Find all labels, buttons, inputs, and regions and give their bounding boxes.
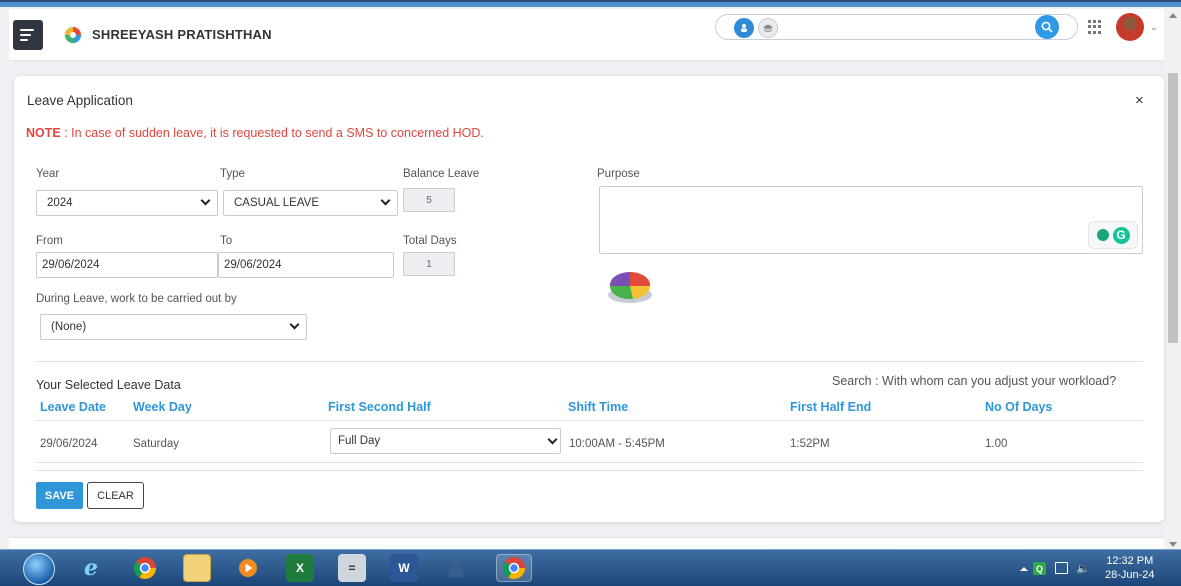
chevron-down-icon xyxy=(380,195,391,206)
column-header: No Of Days xyxy=(985,400,1053,414)
first-half-end-cell: 1:52PM xyxy=(790,438,830,450)
clear-button[interactable]: CLEAR xyxy=(87,482,144,509)
chrome-app-icon[interactable] xyxy=(496,554,532,582)
internet-explorer-icon[interactable]: e xyxy=(77,554,105,582)
scroll-up-icon[interactable] xyxy=(1169,13,1177,18)
scroll-thumb[interactable] xyxy=(1168,73,1178,343)
type-label: Type xyxy=(220,168,245,180)
from-label: From xyxy=(36,235,63,247)
table-header-divider xyxy=(36,420,1143,421)
chevron-down-icon[interactable]: ⌄ xyxy=(1150,22,1158,33)
media-player-icon[interactable] xyxy=(234,554,262,582)
selected-leave-title: Your Selected Leave Data xyxy=(36,378,181,392)
lightbulb-icon[interactable] xyxy=(1096,229,1109,241)
page-footer-strip xyxy=(9,537,1164,549)
grammarly-icon[interactable]: G xyxy=(1112,226,1130,244)
tray-expand-icon[interactable] xyxy=(1020,567,1028,571)
column-header: Shift Time xyxy=(568,400,629,414)
workload-search-note: Search : With whom can you adjust your w… xyxy=(832,374,1117,388)
user-accounts-icon[interactable] xyxy=(442,554,470,582)
half-value: Full Day xyxy=(338,435,381,447)
search-input[interactable] xyxy=(715,14,1078,40)
divider xyxy=(36,361,1143,362)
balance-leave-label: Balance Leave xyxy=(403,168,480,180)
total-days-field: 1 xyxy=(403,252,455,276)
chevron-down-icon xyxy=(200,195,211,206)
volume-icon[interactable]: 🔈 xyxy=(1076,562,1090,575)
file-explorer-icon[interactable] xyxy=(183,554,211,582)
from-date-input[interactable]: 29/06/2024 xyxy=(36,252,218,278)
pie-chart-icon[interactable] xyxy=(603,266,657,306)
purpose-textarea[interactable] xyxy=(599,186,1143,254)
windows-taskbar xyxy=(0,549,1181,586)
tray-app-icon[interactable]: Q xyxy=(1033,562,1046,575)
modal-title: Leave Application xyxy=(27,93,133,108)
avatar[interactable] xyxy=(1116,13,1144,41)
note-text: : In case of sudden leave, it is request… xyxy=(60,126,484,140)
column-header: Week Day xyxy=(133,400,192,414)
search-button[interactable] xyxy=(1035,15,1059,39)
year-label: Year xyxy=(36,168,60,180)
year-select[interactable]: 2024 xyxy=(36,190,218,216)
week-day-cell: Saturday xyxy=(133,438,180,450)
grammarly-widget[interactable]: G xyxy=(1088,221,1138,249)
purpose-label: Purpose xyxy=(597,168,640,180)
clock-date: 28-Jun-24 xyxy=(1105,569,1155,581)
carried-out-by-select[interactable]: (None) xyxy=(40,314,307,340)
excel-icon[interactable]: X xyxy=(286,554,314,582)
hamburger-menu-button[interactable] xyxy=(13,19,43,50)
year-value: 2024 xyxy=(47,197,73,209)
leave-date-cell: 29/06/2024 xyxy=(40,438,98,450)
balance-leave-field: 5 xyxy=(403,188,455,212)
note-label: NOTE xyxy=(26,126,61,140)
save-button[interactable]: SAVE xyxy=(36,482,83,509)
column-header: Leave Date xyxy=(40,400,107,414)
total-days-label: Total Days xyxy=(403,235,457,247)
graduation-cap-icon[interactable] xyxy=(758,18,778,38)
table-row-divider xyxy=(36,462,1143,463)
scroll-down-icon[interactable] xyxy=(1169,542,1177,547)
column-header: First Half End xyxy=(790,400,872,414)
half-select[interactable]: Full Day xyxy=(330,428,561,454)
carried-out-by-label: During Leave, work to be carried out by xyxy=(36,293,237,305)
taskbar-clock[interactable]: 12:32 PM 28-Jun-24 xyxy=(1105,554,1155,582)
close-icon[interactable]: × xyxy=(1135,92,1144,109)
browser-frame-top xyxy=(0,0,1181,7)
no-of-days-cell: 1.00 xyxy=(985,438,1008,450)
calculator-icon[interactable]: = xyxy=(338,554,366,582)
search-icon xyxy=(1041,21,1053,33)
shift-time-cell: 10:00AM - 5:45PM xyxy=(569,438,665,450)
page-scrollbar[interactable] xyxy=(1165,9,1181,553)
type-value: CASUAL LEAVE xyxy=(234,197,320,209)
column-header: First Second Half xyxy=(328,400,431,414)
start-button[interactable] xyxy=(23,553,55,585)
network-icon[interactable] xyxy=(1055,562,1068,574)
brand-name: SHREEYASH PRATISHTHAN xyxy=(92,27,272,42)
to-date-input[interactable]: 29/06/2024 xyxy=(218,252,394,278)
leave-application-modal: Leave Application × NOTE : In case of su… xyxy=(14,76,1164,522)
carried-out-by-value: (None) xyxy=(51,321,87,333)
chevron-down-icon xyxy=(547,434,558,445)
to-label: To xyxy=(220,235,233,247)
chevron-down-icon xyxy=(289,319,300,330)
chrome-icon[interactable] xyxy=(131,554,159,582)
clock-time: 12:32 PM xyxy=(1106,555,1154,567)
type-select[interactable]: CASUAL LEAVE xyxy=(223,190,398,216)
apps-grid-icon[interactable] xyxy=(1088,20,1102,34)
institute-logo-icon xyxy=(64,25,82,44)
user-icon[interactable] xyxy=(734,18,754,38)
note-message: NOTE : In case of sudden leave, it is re… xyxy=(26,126,484,140)
table-bottom-divider xyxy=(36,470,1143,471)
word-icon[interactable]: W xyxy=(390,554,418,582)
